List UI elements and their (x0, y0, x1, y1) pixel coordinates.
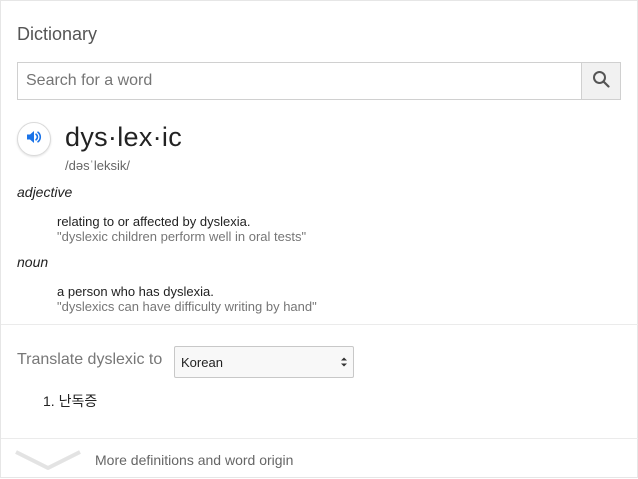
headword: dys·lex·ic (65, 122, 183, 152)
search-button[interactable] (581, 63, 620, 99)
definition-text: a person who has dyslexia. (57, 284, 214, 299)
search-icon (592, 70, 610, 93)
translate-label: Translate dyslexic to (17, 351, 163, 368)
section-divider (1, 324, 638, 325)
chevron-down-icon (15, 449, 81, 476)
pronunciation-button[interactable] (17, 122, 51, 156)
definition-text: relating to or affected by dyslexia. (57, 214, 251, 229)
part-of-speech-adjective: adjective (17, 184, 73, 200)
phonetic-spelling: /dəsˈleksik/ (65, 158, 131, 173)
search-input[interactable] (18, 63, 582, 99)
search-box (17, 62, 621, 100)
more-definitions-label: More definitions and word origin (95, 452, 294, 468)
speaker-icon (25, 129, 43, 150)
language-select[interactable]: Korean (174, 346, 354, 378)
more-definitions-button[interactable]: More definitions and word origin (1, 439, 638, 479)
dictionary-card: Dictionary dys·lex·ic /dəsˈleksik/ adjec… (0, 0, 638, 478)
example-text: "dyslexic children perform well in oral … (57, 229, 307, 244)
language-select-value: Korean (181, 355, 223, 370)
translation-result: 1. 난독증 (43, 393, 98, 409)
card-title: Dictionary (17, 24, 98, 44)
example-text: "dyslexics can have difficulty writing b… (57, 299, 317, 314)
part-of-speech-noun: noun (17, 254, 49, 270)
select-arrows-icon (339, 355, 349, 374)
